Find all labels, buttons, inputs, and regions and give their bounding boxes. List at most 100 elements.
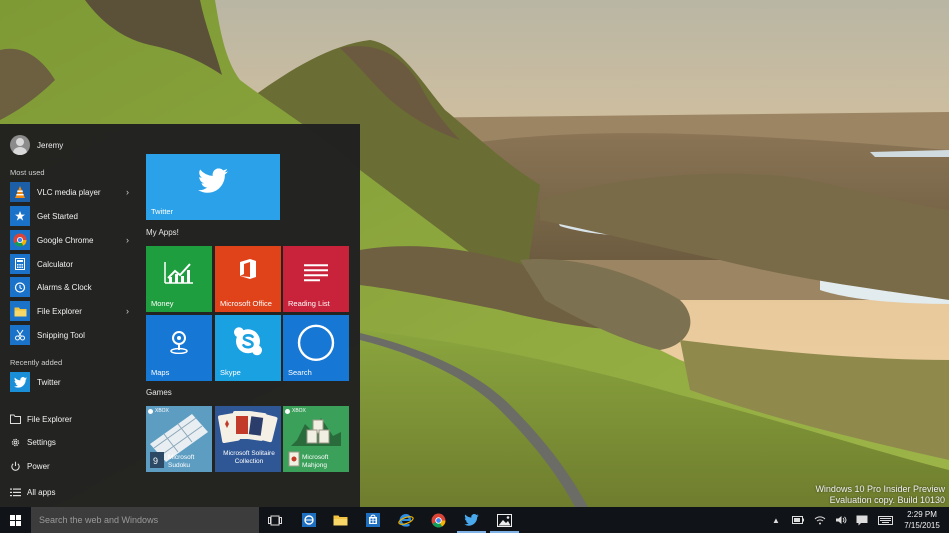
app-label: Calculator [37, 259, 74, 269]
avatar [10, 135, 30, 155]
show-hidden-icons-button[interactable]: ▲ [768, 507, 784, 533]
skype-icon [233, 326, 263, 361]
app-item-chrome[interactable]: Google Chrome › [10, 230, 135, 250]
tile-label: Microsoft Office [220, 299, 272, 308]
photos-icon [497, 513, 512, 527]
battery-icon [792, 516, 804, 524]
taskbar-ie-button[interactable] [292, 507, 325, 533]
chevron-right-icon[interactable]: › [126, 306, 129, 316]
search-ring-icon [296, 323, 336, 368]
xbox-badge: XBOX [148, 408, 169, 414]
keyboard-icon [877, 515, 893, 525]
volume-button[interactable] [832, 507, 850, 533]
chrome-icon [10, 230, 30, 250]
app-label: Twitter [37, 377, 61, 387]
tile-twitter[interactable]: Twitter [146, 154, 280, 220]
tile-label: Skype [220, 368, 241, 377]
taskbar-twitter-button[interactable] [455, 507, 488, 533]
maps-icon [168, 330, 190, 359]
settings-link[interactable]: Settings [10, 433, 135, 451]
tile-label: Reading List [288, 299, 330, 308]
tile-microsoft-office[interactable]: Microsoft Office [215, 246, 281, 312]
calculator-icon [10, 254, 30, 274]
battery-button[interactable] [789, 507, 807, 533]
tile-label: Microsoft Mahjong [302, 454, 329, 469]
app-item-twitter[interactable]: Twitter [10, 372, 135, 392]
twitter-icon [10, 372, 30, 392]
my-apps-group-label: My Apps! [146, 228, 179, 237]
app-label: Snipping Tool [37, 330, 85, 340]
reading-list-icon [302, 262, 330, 289]
games-group-label: Games [146, 388, 172, 397]
tile-microsoft-sudoku[interactable]: 9 XBOX Microsoft Sudoku [146, 406, 212, 472]
app-item-get-started[interactable]: Get Started [10, 206, 135, 226]
app-label: Google Chrome [37, 235, 94, 245]
search-placeholder: Search the web and Windows [39, 515, 159, 525]
wifi-icon [814, 516, 826, 525]
app-item-vlc[interactable]: VLC media player › [10, 182, 135, 202]
edge-icon [397, 513, 414, 527]
action-center-button[interactable] [853, 507, 871, 533]
clock-date: 7/15/2015 [904, 521, 940, 530]
power-label: Power [27, 461, 50, 471]
xbox-badge: XBOX [285, 408, 306, 414]
xbox-label: XBOX [292, 408, 306, 414]
ie-blue-icon [301, 513, 316, 527]
app-item-calculator[interactable]: Calculator [10, 254, 135, 274]
tile-reading-list[interactable]: Reading List [283, 246, 349, 312]
chevron-right-icon[interactable]: › [126, 235, 129, 245]
settings-label: Settings [27, 437, 56, 447]
taskbar-clock[interactable]: 2:29 PM 7/15/2015 [901, 509, 943, 531]
office-icon [238, 258, 258, 285]
chrome-icon [431, 513, 446, 527]
network-button[interactable] [811, 507, 829, 533]
tile-label: Microsoft Solitaire Collection [223, 450, 275, 465]
taskbar-search-box[interactable]: Search the web and Windows [31, 507, 259, 533]
taskbar-ie-browser-button[interactable] [389, 507, 422, 533]
taskbar-file-explorer-button[interactable] [324, 507, 357, 533]
vlc-icon [10, 182, 30, 202]
file-explorer-link[interactable]: File Explorer [10, 410, 135, 428]
all-apps-button[interactable]: All apps [10, 483, 135, 501]
get-started-icon [10, 206, 30, 226]
windows-logo-icon [10, 514, 21, 526]
app-label: Get Started [37, 211, 78, 221]
app-label: Alarms & Clock [37, 282, 92, 292]
chevron-up-icon: ▲ [772, 515, 780, 525]
tile-money[interactable]: Money [146, 246, 212, 312]
twitter-icon [198, 168, 228, 198]
tile-skype[interactable]: Skype [215, 315, 281, 381]
start-menu-app-list: Jeremy Most used VLC media player › Get … [0, 124, 140, 507]
app-item-alarms[interactable]: Alarms & Clock [10, 277, 135, 297]
tile-label: Twitter [151, 207, 174, 216]
tile-microsoft-mahjong[interactable]: XBOX Microsoft Mahjong [283, 406, 349, 472]
watermark-edition: Windows 10 Pro Insider Preview [815, 484, 945, 494]
user-account[interactable]: Jeremy [10, 135, 63, 155]
xbox-label: XBOX [155, 408, 169, 414]
taskbar-chrome-button[interactable] [422, 507, 455, 533]
power-button[interactable]: Power [10, 457, 135, 475]
tile-label: Money [151, 299, 174, 308]
twitter-icon [464, 514, 479, 526]
svg-text:9: 9 [153, 456, 158, 466]
money-chart-icon [164, 261, 194, 290]
all-apps-icon [10, 487, 21, 498]
all-apps-label: All apps [27, 487, 56, 497]
gear-icon [10, 437, 21, 448]
tile-label: Search [288, 368, 312, 377]
chevron-right-icon[interactable]: › [126, 187, 129, 197]
task-view-button[interactable] [258, 507, 291, 533]
recently-added-heading: Recently added [10, 358, 63, 367]
start-button[interactable] [0, 507, 31, 533]
taskbar-photos-button[interactable] [488, 507, 521, 533]
app-item-file-explorer[interactable]: File Explorer › [10, 301, 135, 321]
task-view-icon [267, 515, 282, 525]
tile-maps[interactable]: Maps [146, 315, 212, 381]
taskbar-store-button[interactable] [356, 507, 389, 533]
tile-microsoft-solitaire[interactable]: Microsoft Solitaire Collection [215, 406, 281, 472]
app-item-snipping-tool[interactable]: Snipping Tool [10, 325, 135, 345]
taskbar: Search the web and Windows ▲ 2:29 PM 7/1… [0, 507, 949, 533]
touch-keyboard-button[interactable] [875, 507, 895, 533]
most-used-heading: Most used [10, 168, 45, 177]
tile-search[interactable]: Search [283, 315, 349, 381]
